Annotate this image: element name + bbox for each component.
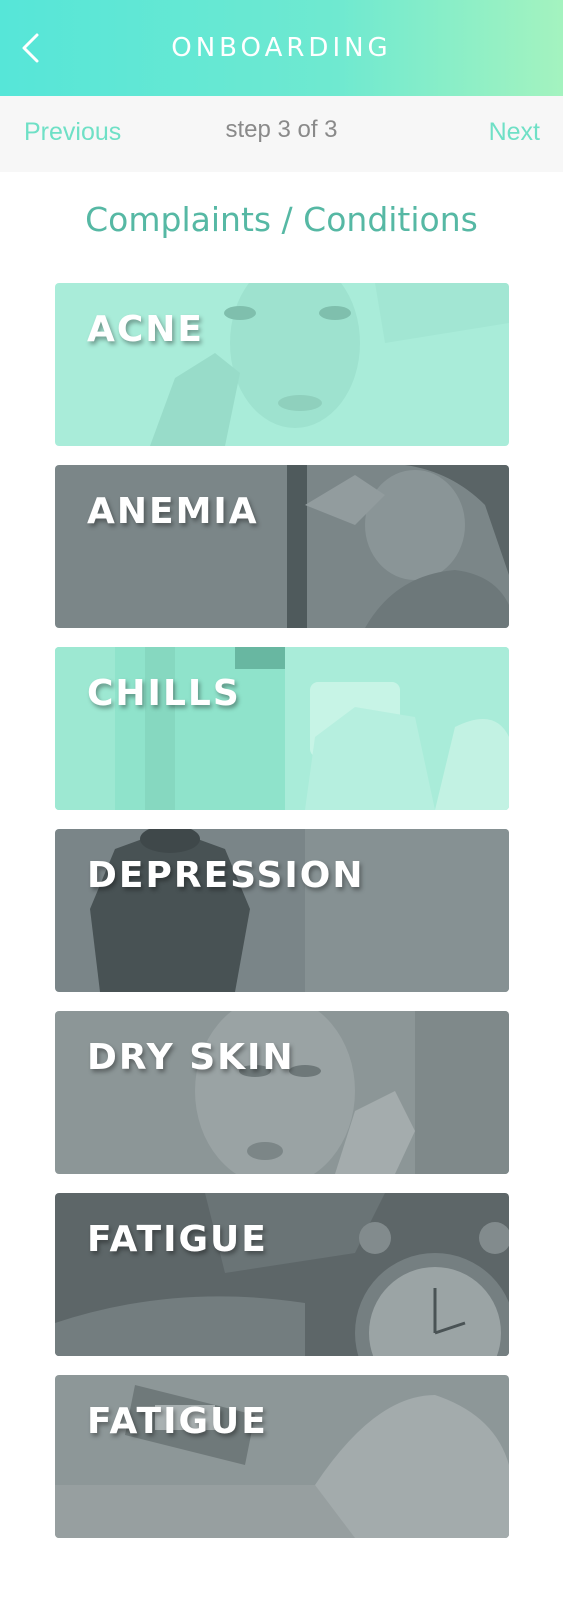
step-navigation: Previous step 3 of 3 Next (0, 96, 563, 172)
condition-card-dry-skin[interactable]: DRY SKIN (55, 1011, 509, 1174)
chevron-left-icon (22, 33, 39, 63)
condition-label: ACNE (87, 309, 205, 350)
next-button[interactable]: Next (489, 118, 540, 147)
section-title: Complaints / Conditions (85, 200, 478, 239)
condition-label: CHILLS (87, 673, 241, 714)
condition-card-anemia[interactable]: ANEMIA (55, 465, 509, 628)
condition-card-depression[interactable]: DEPRESSION (55, 829, 509, 992)
condition-photo (55, 829, 509, 992)
condition-label: FATIGUE (87, 1401, 268, 1442)
condition-label: DEPRESSION (87, 855, 365, 896)
condition-photo (55, 283, 509, 446)
condition-label: ANEMIA (87, 491, 259, 532)
condition-photo (55, 647, 509, 810)
condition-photo (55, 1375, 509, 1538)
condition-card-fatigue[interactable]: FATIGUE (55, 1193, 509, 1356)
condition-label: DRY SKIN (87, 1037, 295, 1078)
condition-card-acne[interactable]: ACNE (55, 283, 509, 446)
condition-card-fatigue-2[interactable]: FATIGUE (55, 1375, 509, 1538)
back-button[interactable] (10, 26, 50, 70)
conditions-list: ACNE ANEMIA CHILLS DEPRESSION DRY SKIN F… (55, 283, 509, 1557)
condition-label: FATIGUE (87, 1219, 268, 1260)
condition-photo (55, 1193, 509, 1356)
condition-card-chills[interactable]: CHILLS (55, 647, 509, 810)
page-title: ONBOARDING (171, 33, 392, 63)
app-header: ONBOARDING (0, 0, 563, 96)
condition-photo (55, 1011, 509, 1174)
step-indicator: step 3 of 3 (225, 116, 338, 143)
condition-photo (55, 465, 509, 628)
